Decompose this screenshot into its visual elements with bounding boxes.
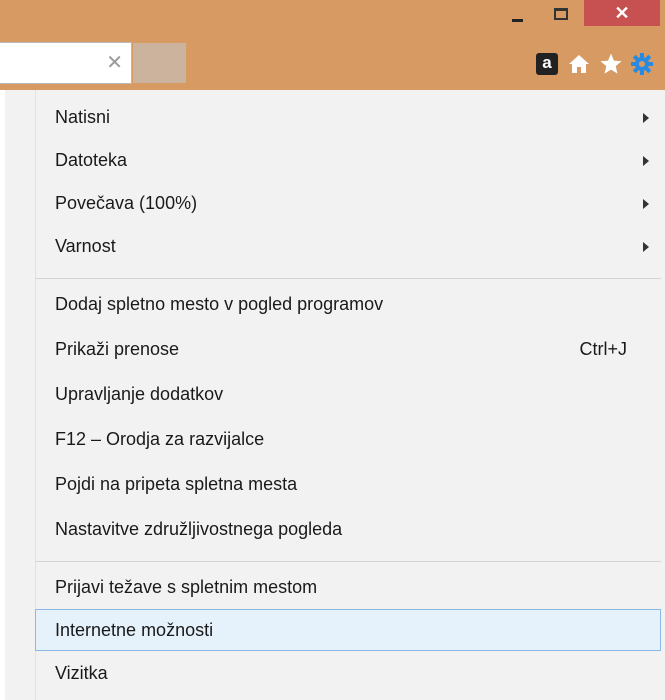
menu-item-pinned-sites[interactable]: Pojdi na pripeta spletna mesta <box>35 463 661 505</box>
maximize-icon <box>554 8 568 20</box>
maximize-button[interactable] <box>541 0 581 26</box>
tools-button[interactable] <box>629 51 655 77</box>
menu-item-safety[interactable]: Varnost <box>35 225 661 267</box>
menu-item-file[interactable]: Datoteka <box>35 139 661 181</box>
gear-icon <box>631 53 653 75</box>
menu-item-report-website-problems[interactable]: Prijavi težave s spletnim mestom <box>35 566 661 608</box>
address-bar[interactable]: ✕ <box>0 42 132 84</box>
submenu-arrow-icon <box>643 113 649 123</box>
submenu-arrow-icon <box>643 199 649 209</box>
menu-item-label: F12 – Orodja za razvijalce <box>55 429 265 449</box>
menu-item-label: Datoteka <box>55 150 128 170</box>
menu-item-internet-options[interactable]: Internetne možnosti <box>35 609 661 651</box>
menu-item-manage-addons[interactable]: Upravljanje dodatkov <box>35 373 661 415</box>
menu-item-view-downloads[interactable]: Prikaži prenose Ctrl+J <box>35 328 661 370</box>
star-icon <box>600 53 622 74</box>
close-icon: ✕ <box>614 2 630 23</box>
new-tab-button[interactable] <box>133 43 186 83</box>
menu-item-label: Pojdi na pripeta spletna mesta <box>55 474 298 494</box>
menu-item-label: Prijavi težave s spletnim mestom <box>55 577 318 597</box>
menu-item-label: Dodaj spletno mesto v pogled programov <box>55 294 384 314</box>
menu-item-label: Povečava (100%) <box>55 193 198 213</box>
clear-address-icon[interactable]: ✕ <box>106 51 123 75</box>
amazon-button[interactable]: a <box>534 51 560 77</box>
menu-item-about[interactable]: Vizitka <box>35 652 661 694</box>
menu-item-label: Internetne možnosti <box>55 620 214 640</box>
home-icon <box>569 55 589 73</box>
browser-toolbar: ✕ a <box>0 36 665 90</box>
menu-item-label: Natisni <box>55 107 111 127</box>
menu-item-print[interactable]: Natisni <box>35 96 661 138</box>
home-button[interactable] <box>566 51 592 77</box>
menu-item-shortcut: Ctrl+J <box>579 339 627 359</box>
submenu-arrow-icon <box>643 242 649 252</box>
tools-menu: Natisni Datoteka Povečava (100%) Varnost… <box>5 90 665 700</box>
menu-item-label: Nastavitve združljivostnega pogleda <box>55 519 343 539</box>
amazon-icon: a <box>536 53 558 75</box>
menu-separator <box>35 278 661 279</box>
menu-item-developer-tools[interactable]: F12 – Orodja za razvijalce <box>35 418 661 460</box>
menu-item-label: Varnost <box>55 236 116 256</box>
minimize-button[interactable] <box>497 0 537 26</box>
menu-item-zoom[interactable]: Povečava (100%) <box>35 182 661 224</box>
submenu-arrow-icon <box>643 156 649 166</box>
minimize-icon <box>511 18 523 22</box>
menu-item-add-site-to-apps[interactable]: Dodaj spletno mesto v pogled programov <box>35 283 661 325</box>
menu-item-compatibility-view[interactable]: Nastavitve združljivostnega pogleda <box>35 508 661 550</box>
title-bar: ✕ <box>0 0 665 36</box>
menu-item-label: Prikaži prenose <box>55 339 180 359</box>
favorites-button[interactable] <box>598 51 624 77</box>
menu-separator <box>35 561 661 562</box>
menu-item-label: Upravljanje dodatkov <box>55 384 224 404</box>
menu-item-label: Vizitka <box>55 663 108 683</box>
close-button[interactable]: ✕ <box>584 0 660 26</box>
